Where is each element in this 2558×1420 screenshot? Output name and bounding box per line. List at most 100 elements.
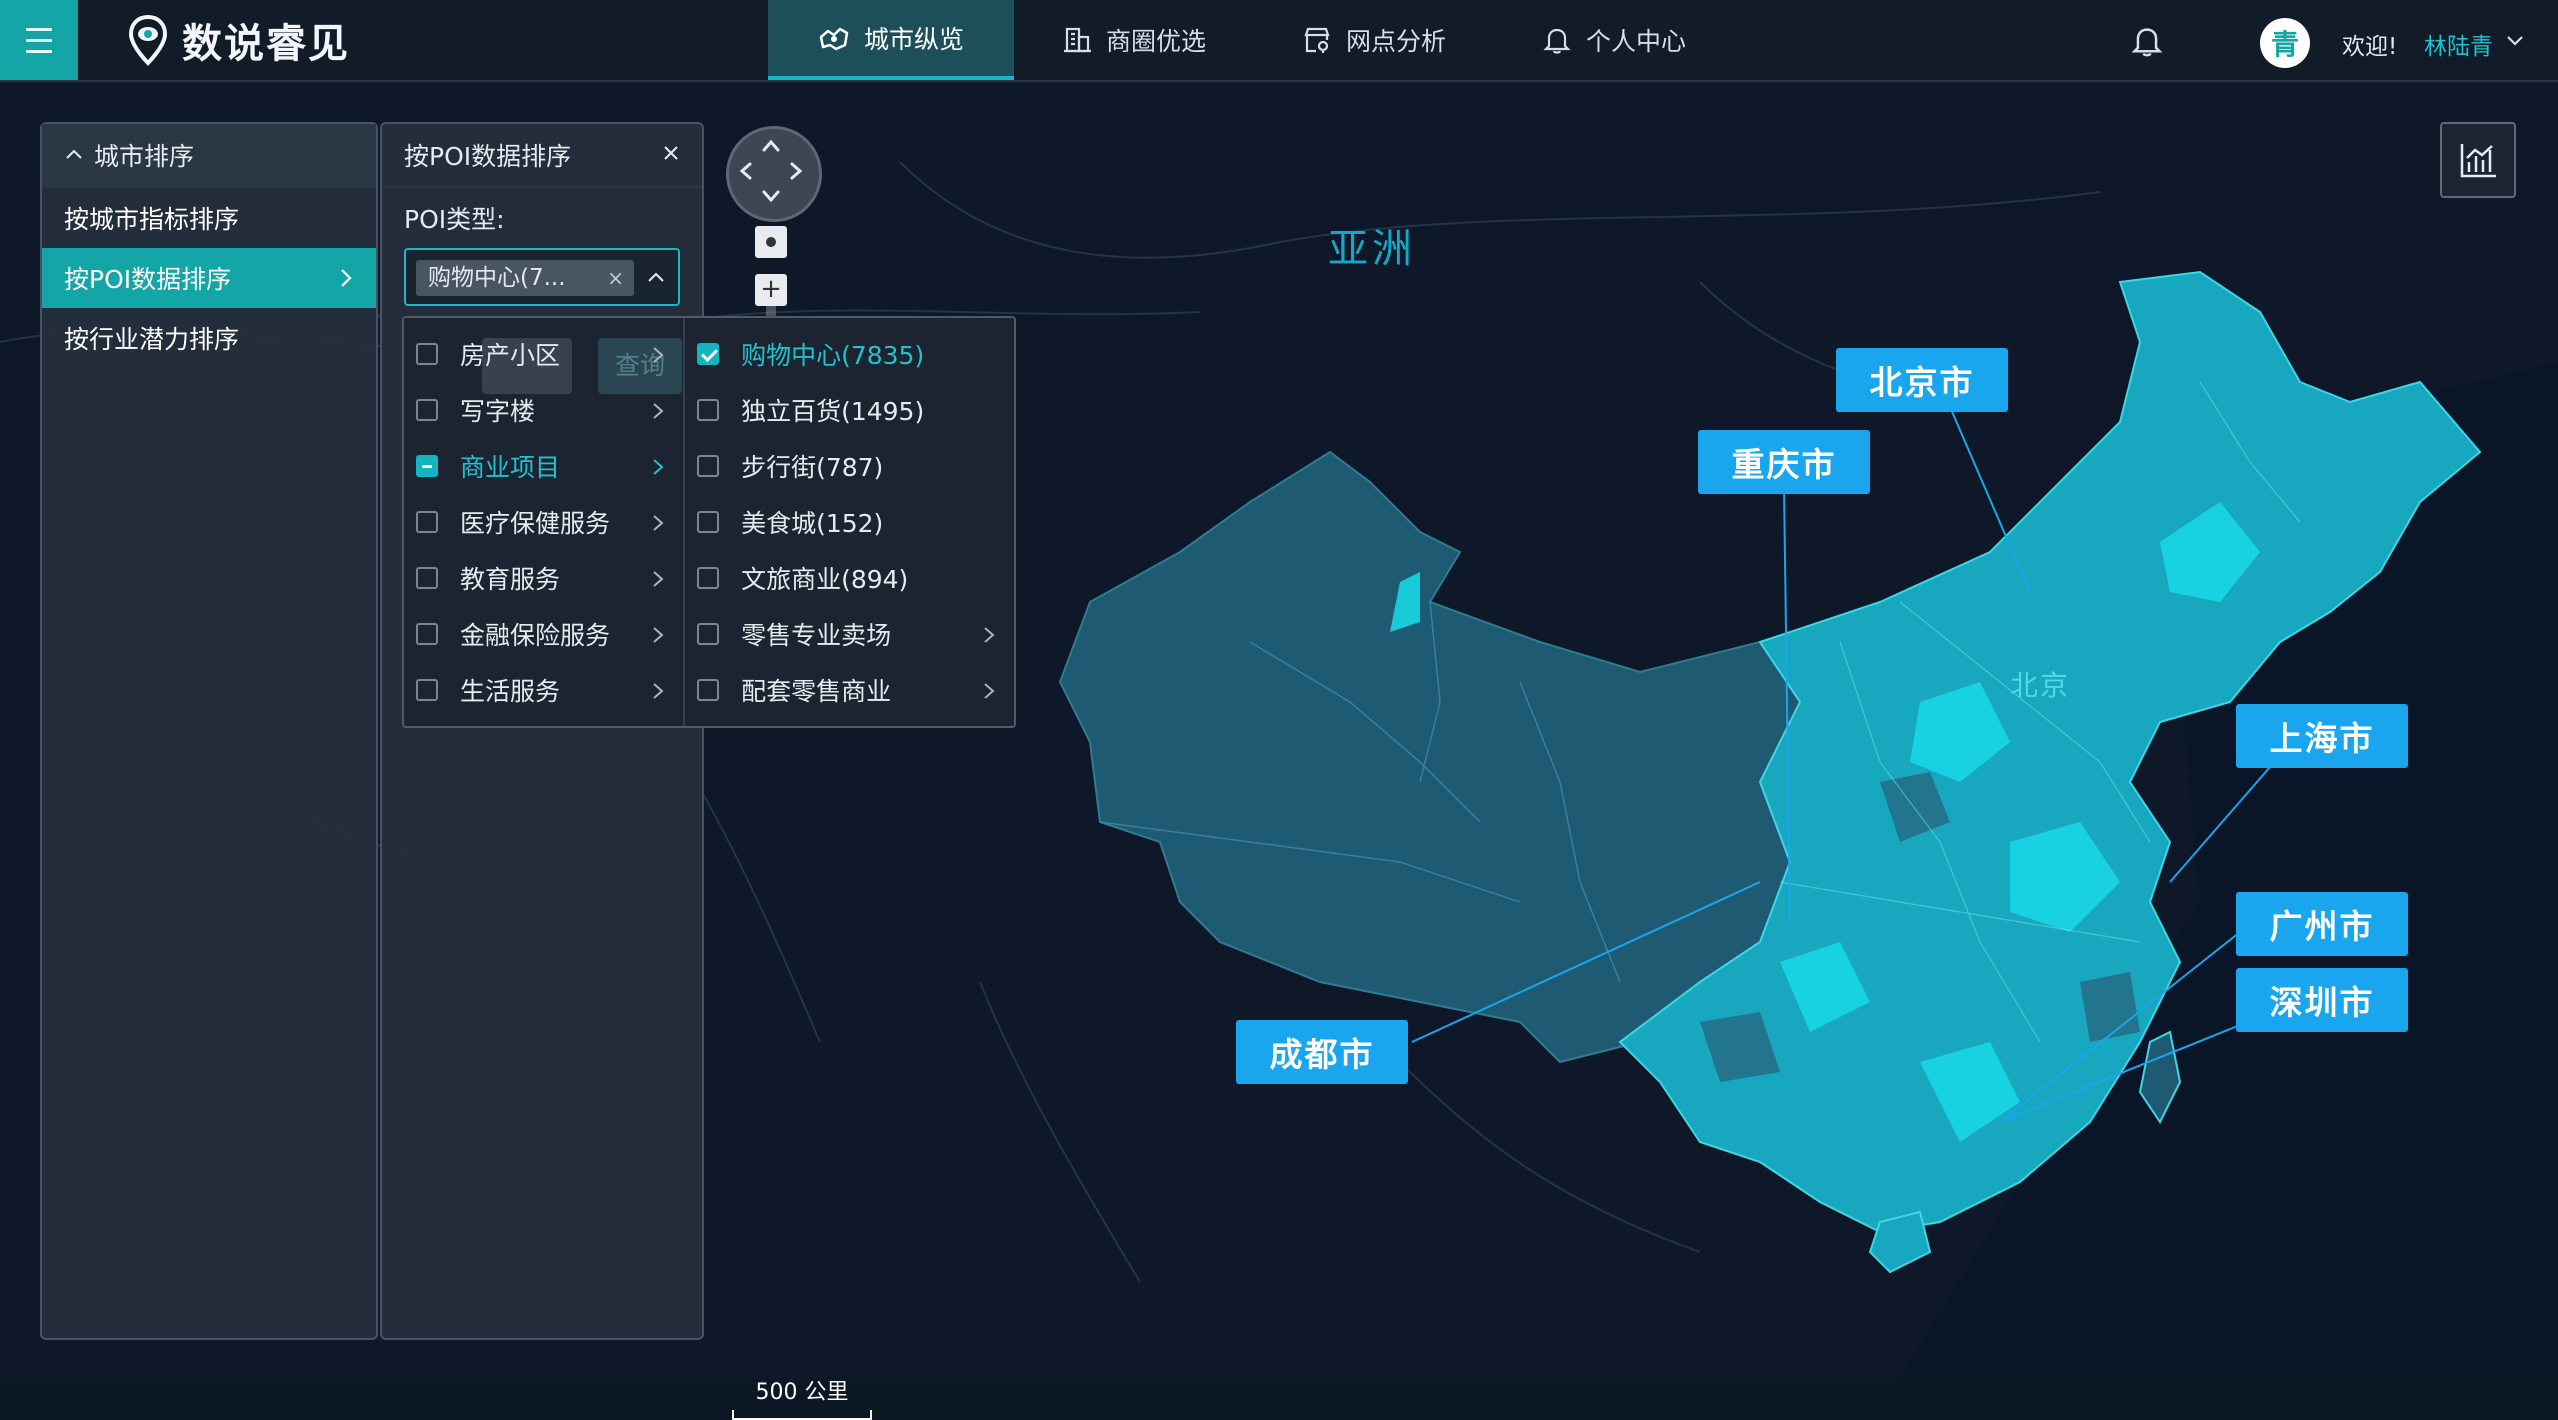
checkbox[interactable] <box>416 343 438 365</box>
checkbox[interactable] <box>697 567 720 589</box>
cascader-option[interactable]: 房产小区 <box>404 326 683 382</box>
building-icon <box>1064 27 1092 53</box>
checkbox[interactable] <box>697 623 720 645</box>
cascader-level1: 查询 房产小区 写字楼 商业项目 医疗保健服务 教育服务 金融保险服务 生活服务 <box>404 318 686 726</box>
beijing-map-text: 北京 <box>2010 669 2071 702</box>
close-icon[interactable] <box>660 142 682 164</box>
zoom-in-button[interactable]: + <box>755 274 787 306</box>
selected-poi-tag: 购物中心(7... × <box>416 260 634 296</box>
menu-button[interactable] <box>0 0 78 80</box>
chart-toggle-button[interactable] <box>2440 122 2516 198</box>
city-label-chengdu[interactable]: 成都市 <box>1236 1020 1408 1084</box>
city-label-beijing[interactable]: 北京市 <box>1836 348 2008 412</box>
nav-label: 个人中心 <box>1586 27 1687 56</box>
welcome-text: 欢迎! <box>2342 34 2398 60</box>
cascader-option-label: 美食城(152) <box>741 509 884 538</box>
checkbox[interactable] <box>416 567 438 589</box>
cascader-option-label: 文旅商业(894) <box>741 565 909 594</box>
nav-business-district[interactable]: 商圈优选 <box>1014 0 1254 80</box>
sort-by-industry-potential[interactable]: 按行业潜力排序 <box>42 308 376 368</box>
city-label-shanghai[interactable]: 上海市 <box>2236 704 2408 768</box>
hamburger-icon <box>26 24 52 57</box>
chevron-right-icon <box>341 269 352 287</box>
cascader-option[interactable]: 独立百货(1495) <box>685 382 1014 438</box>
poi-type-label: POI类型: <box>404 205 505 234</box>
cascader-option[interactable]: 商业项目 <box>404 438 683 494</box>
username[interactable]: 林陆青 <box>2424 27 2493 61</box>
nav-outlet-analysis[interactable]: 网点分析 <box>1254 0 1494 80</box>
chevron-right-icon <box>984 683 995 699</box>
top-bar: 数说睿见 城市纵览 商圈优选 网点分析 个人中心 青 欢迎! 林陆青 <box>0 0 2558 82</box>
notification-bell-icon <box>2131 28 2163 57</box>
chevron-down-icon[interactable] <box>2504 30 2526 52</box>
cascader-option[interactable]: 步行街(787) <box>685 438 1014 494</box>
city-sort-title: 城市排序 <box>94 142 195 171</box>
tag-remove-icon[interactable]: × <box>607 260 624 296</box>
chevron-up-icon <box>648 272 664 282</box>
cascader-option-label: 生活服务 <box>460 677 561 706</box>
cascader-option[interactable]: 购物中心(7835) <box>685 326 1014 382</box>
sort-item-label: 按POI数据排序 <box>64 265 232 294</box>
checkbox[interactable] <box>697 343 720 365</box>
cascader-option[interactable]: 生活服务 <box>404 662 683 718</box>
city-label-guangzhou[interactable]: 广州市 <box>2236 892 2408 956</box>
logo: 数说睿见 <box>128 14 350 67</box>
chevron-right-icon <box>653 627 664 643</box>
poi-sort-panel: 按POI数据排序 POI类型: 购物中心(7... × <box>380 122 704 1340</box>
checkbox[interactable] <box>697 679 720 701</box>
checkbox[interactable] <box>697 399 720 421</box>
logo-text: 数说睿见 <box>182 21 350 67</box>
city-sort-panel: 城市排序 按城市指标排序 按POI数据排序 按行业潜力排序 <box>40 122 378 1340</box>
sort-by-city-index[interactable]: 按城市指标排序 <box>42 188 376 248</box>
cascader-option[interactable]: 教育服务 <box>404 550 683 606</box>
city-sort-header[interactable]: 城市排序 <box>42 124 376 188</box>
map-scale-bar: 500 公里 <box>732 1374 872 1420</box>
chevron-right-icon <box>653 683 664 699</box>
main-nav: 城市纵览 商圈优选 网点分析 个人中心 <box>768 0 1734 80</box>
cascader-level2: 购物中心(7835) 独立百货(1495) 步行街(787) 美食城(152) 文旅商业… <box>685 318 1014 726</box>
continent-label: 亚洲 <box>1328 226 1416 272</box>
selected-poi-tag-text: 购物中心(7... <box>428 265 566 291</box>
cascader-option-label: 购物中心(7835) <box>741 341 925 370</box>
checkbox[interactable] <box>416 623 438 645</box>
cascader-option[interactable]: 医疗保健服务 <box>404 494 683 550</box>
cascader-option[interactable]: 美食城(152) <box>685 494 1014 550</box>
notification-button[interactable] <box>2130 24 2164 62</box>
cascader-option-label: 写字楼 <box>460 397 536 426</box>
cascader-option[interactable]: 写字楼 <box>404 382 683 438</box>
checkbox[interactable] <box>697 511 720 533</box>
pan-control[interactable] <box>726 126 822 222</box>
sort-by-poi-data[interactable]: 按POI数据排序 <box>42 248 376 308</box>
bell-outline-icon <box>1543 28 1571 54</box>
location-pin-logo-icon <box>128 14 168 66</box>
nav-label: 网点分析 <box>1346 27 1447 56</box>
cascader-option-label: 房产小区 <box>460 341 561 370</box>
bar-chart-icon <box>2460 144 2496 178</box>
avatar[interactable]: 青 <box>2260 18 2310 68</box>
cascader-option-label: 独立百货(1495) <box>741 397 925 426</box>
zoom-reset-button[interactable] <box>755 226 787 258</box>
checkbox[interactable] <box>416 679 438 701</box>
cascader-option-label: 金融保险服务 <box>460 621 611 650</box>
checkbox[interactable] <box>697 455 720 477</box>
cascader-option[interactable]: 金融保险服务 <box>404 606 683 662</box>
sort-item-label: 按行业潜力排序 <box>64 325 240 354</box>
poi-type-select[interactable]: 购物中心(7... × <box>404 248 680 306</box>
cascader-option[interactable]: 零售专业卖场 <box>685 606 1014 662</box>
checkbox[interactable] <box>416 511 438 533</box>
city-label-chongqing[interactable]: 重庆市 <box>1698 430 1870 494</box>
city-label-shenzhen[interactable]: 深圳市 <box>2236 968 2408 1032</box>
cascader-option[interactable]: 文旅商业(894) <box>685 550 1014 606</box>
poi-cascader-dropdown: 查询 房产小区 写字楼 商业项目 医疗保健服务 教育服务 金融保险服务 生活服务 购物中心(… <box>402 316 1016 728</box>
nav-personal-center[interactable]: 个人中心 <box>1494 0 1734 80</box>
cascader-option[interactable]: 配套零售商业 <box>685 662 1014 718</box>
nav-label: 城市纵览 <box>864 25 965 54</box>
cascader-option-label: 医疗保健服务 <box>460 509 611 538</box>
nav-city-overview[interactable]: 城市纵览 <box>768 0 1015 80</box>
pan-arrows-icon <box>739 139 803 203</box>
checkbox[interactable] <box>416 399 438 421</box>
checkbox[interactable] <box>416 455 438 477</box>
sort-item-label: 按城市指标排序 <box>64 205 240 234</box>
chevron-right-icon <box>653 459 664 475</box>
cascader-option-label: 零售专业卖场 <box>741 621 892 650</box>
